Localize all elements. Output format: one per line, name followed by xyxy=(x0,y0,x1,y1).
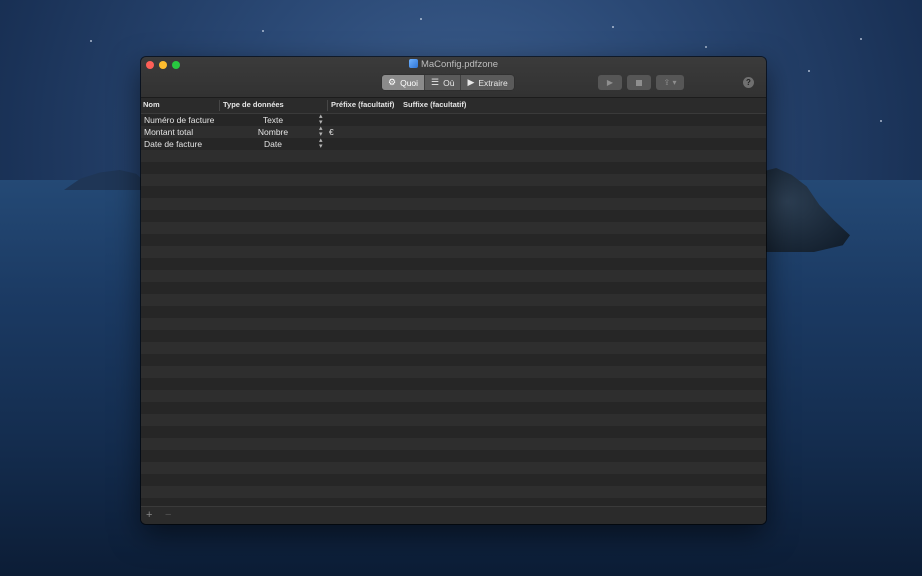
empty-row xyxy=(141,378,766,390)
field-name[interactable]: Montant total xyxy=(144,127,193,137)
updown-icon[interactable]: ▴ ▾ xyxy=(319,137,323,150)
table-header: Nom Type de données Préfixe (facultatif)… xyxy=(141,98,766,114)
empty-row xyxy=(141,330,766,342)
empty-row xyxy=(141,402,766,414)
empty-row xyxy=(141,474,766,486)
empty-row xyxy=(141,342,766,354)
title-bar: MaConfig.pdfzone ⚙ Quoi ☰ Où ▶ Extraire … xyxy=(141,57,766,98)
run-button[interactable]: ▶ xyxy=(598,75,622,90)
field-type[interactable]: Texte xyxy=(225,115,321,125)
empty-row xyxy=(141,318,766,330)
empty-row xyxy=(141,270,766,282)
empty-row xyxy=(141,234,766,246)
window-title: MaConfig.pdfzone xyxy=(141,59,766,70)
empty-row xyxy=(141,306,766,318)
share-button[interactable]: ⇪ ▾ xyxy=(656,75,684,90)
empty-row xyxy=(141,210,766,222)
empty-row xyxy=(141,450,766,462)
column-divider[interactable] xyxy=(219,100,220,111)
empty-row xyxy=(141,390,766,402)
tab-quoi[interactable]: ⚙ Quoi xyxy=(382,75,426,90)
list-icon: ☰ xyxy=(431,77,440,87)
empty-row xyxy=(141,462,766,474)
empty-row xyxy=(141,246,766,258)
field-type[interactable]: Nombre xyxy=(225,127,321,137)
stop-icon xyxy=(636,79,642,86)
app-window: MaConfig.pdfzone ⚙ Quoi ☰ Où ▶ Extraire … xyxy=(141,57,766,524)
tab-ou[interactable]: ☰ Où xyxy=(425,75,462,90)
empty-row xyxy=(141,186,766,198)
gear-icon: ⚙ xyxy=(388,77,397,87)
help-button[interactable]: ? xyxy=(743,77,754,88)
column-header-type[interactable]: Type de données xyxy=(223,100,284,109)
empty-row xyxy=(141,222,766,234)
field-name[interactable]: Numéro de facture xyxy=(144,115,214,125)
fields-table: Numéro de facture Texte ▴ ▾ Montant total… xyxy=(141,113,766,510)
view-segmented-control: ⚙ Quoi ☰ Où ▶ Extraire xyxy=(382,75,514,90)
column-header-prefix[interactable]: Préfixe (facultatif) xyxy=(331,100,394,109)
table-row[interactable]: Montant total Nombre ▴ ▾ € xyxy=(141,125,766,138)
remove-field-button[interactable]: − xyxy=(165,509,171,521)
empty-row xyxy=(141,198,766,210)
empty-row xyxy=(141,366,766,378)
column-divider[interactable] xyxy=(327,100,328,111)
column-header-nom[interactable]: Nom xyxy=(143,100,160,109)
empty-row xyxy=(141,162,766,174)
field-prefix[interactable]: € xyxy=(329,127,334,137)
field-name[interactable]: Date de facture xyxy=(144,139,202,149)
stop-button[interactable] xyxy=(627,75,651,90)
tab-ou-label: Où xyxy=(443,77,455,88)
empty-row xyxy=(141,150,766,162)
empty-row xyxy=(141,426,766,438)
tab-quoi-label: Quoi xyxy=(400,77,419,88)
document-icon xyxy=(408,59,418,68)
empty-row xyxy=(141,414,766,426)
window-title-text: MaConfig.pdfzone xyxy=(420,59,499,70)
field-type[interactable]: Date xyxy=(225,139,321,149)
column-header-suffix[interactable]: Suffixe (facultatif) xyxy=(403,100,466,109)
table-row[interactable]: Date de facture Date ▴ ▾ xyxy=(141,137,766,150)
empty-row xyxy=(141,354,766,366)
play-icon: ▶ xyxy=(467,77,475,87)
empty-row xyxy=(141,174,766,186)
empty-row xyxy=(141,486,766,498)
empty-row xyxy=(141,294,766,306)
tab-extraire[interactable]: ▶ Extraire xyxy=(461,75,513,90)
empty-row xyxy=(141,258,766,270)
bottom-bar: + − xyxy=(141,506,766,524)
tab-extraire-label: Extraire xyxy=(478,77,508,88)
empty-row xyxy=(141,438,766,450)
empty-row xyxy=(141,282,766,294)
share-icon: ⇪ ▾ xyxy=(663,78,677,87)
play-icon: ▶ xyxy=(606,78,614,87)
add-field-button[interactable]: + xyxy=(146,509,152,521)
table-row[interactable]: Numéro de facture Texte ▴ ▾ xyxy=(141,113,766,126)
